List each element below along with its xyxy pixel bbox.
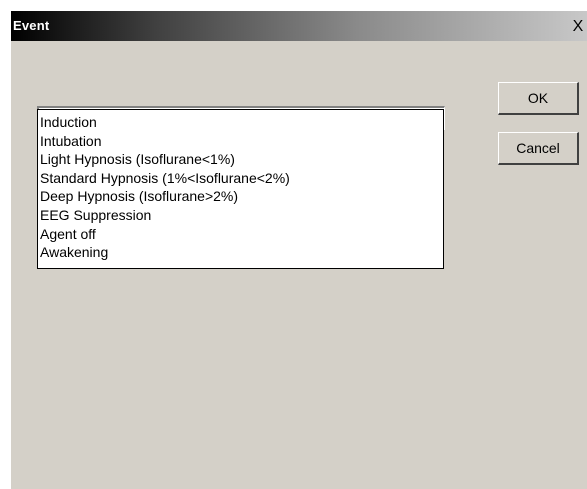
cancel-button[interactable]: Cancel <box>498 132 579 165</box>
dropdown-item-intubation[interactable]: Intubation <box>38 132 443 151</box>
dropdown-item-induction[interactable]: Induction <box>38 113 443 132</box>
dropdown-item-deep-hypnosis[interactable]: Deep Hypnosis (Isoflurane>2%) <box>38 187 443 206</box>
event-dialog: Event X Induction Intubation Light Hypno… <box>10 10 587 489</box>
dropdown-item-awakening[interactable]: Awakening <box>38 243 443 262</box>
dropdown-item-standard-hypnosis[interactable]: Standard Hypnosis (1%<Isoflurane<2%) <box>38 169 443 188</box>
dropdown-item-eeg-suppression[interactable]: EEG Suppression <box>38 206 443 225</box>
dropdown-item-light-hypnosis[interactable]: Light Hypnosis (Isoflurane<1%) <box>38 150 443 169</box>
ok-button[interactable]: OK <box>498 82 579 115</box>
dropdown-item-agent-off[interactable]: Agent off <box>38 225 443 244</box>
event-dropdown-list: Induction Intubation Light Hypnosis (Iso… <box>37 109 444 269</box>
title-bar[interactable]: Event X <box>11 11 587 41</box>
dialog-title: Event <box>13 18 50 33</box>
close-icon[interactable]: X <box>570 18 586 35</box>
